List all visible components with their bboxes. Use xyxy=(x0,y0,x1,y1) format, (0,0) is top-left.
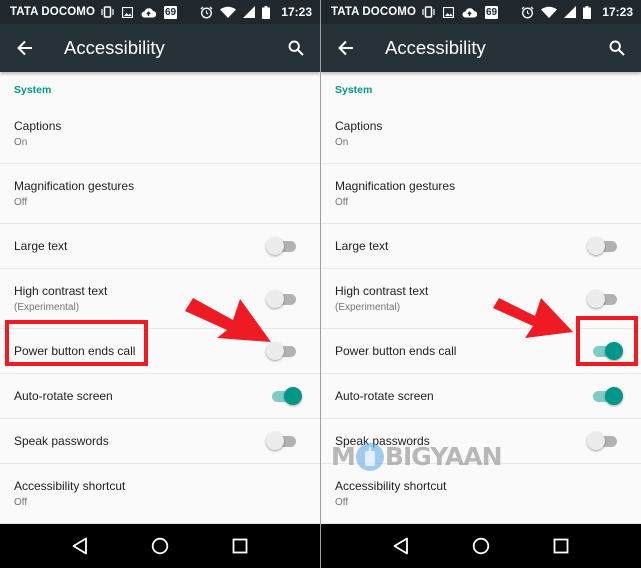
page-title: Accessibility xyxy=(385,37,486,58)
phone-screen-after: TATA DOCOMO 69 17:23 Accessibility Syste… xyxy=(321,0,641,568)
nav-home-button[interactable] xyxy=(140,526,180,566)
clock: 17:23 xyxy=(602,5,633,19)
setting-label: Captions xyxy=(14,119,62,133)
setting-label: Accessibility shortcut xyxy=(335,479,447,493)
navigation-bar xyxy=(321,524,641,568)
alarm-icon xyxy=(521,6,534,19)
large-text-toggle[interactable] xyxy=(587,237,619,255)
arrow-back-icon xyxy=(17,40,32,56)
status-bar: TATA DOCOMO 69 17:23 xyxy=(0,0,320,24)
back-nav-icon xyxy=(393,537,408,555)
battery-icon xyxy=(583,5,592,19)
home-nav-icon xyxy=(151,537,169,555)
setting-large-text[interactable]: Large text xyxy=(321,224,641,269)
image-icon xyxy=(443,6,454,18)
setting-auto-rotate-screen[interactable]: Auto-rotate screen xyxy=(0,374,320,419)
alarm-icon xyxy=(200,6,213,19)
back-button[interactable] xyxy=(0,24,50,72)
app-bar: Accessibility xyxy=(0,24,320,72)
watermark-text-right: BIGYAAN xyxy=(384,442,503,471)
high-contrast-text-toggle[interactable] xyxy=(587,289,619,308)
setting-label: Accessibility shortcut xyxy=(14,479,126,493)
watermark-text-left: M xyxy=(331,442,356,471)
setting-summary: Off xyxy=(335,497,349,508)
setting-summary: On xyxy=(14,137,28,148)
arrow-back-icon xyxy=(338,40,353,56)
phone-screen-before: TATA DOCOMO 69 17:23 Accessibility Syste… xyxy=(0,0,320,568)
red-arrow-icon xyxy=(185,298,271,342)
speak-passwords-toggle[interactable] xyxy=(587,432,619,450)
nav-back-button[interactable] xyxy=(381,526,421,566)
section-header-system: System xyxy=(14,84,52,96)
nav-recents-button[interactable] xyxy=(541,526,581,566)
app-bar: Accessibility xyxy=(321,24,641,72)
nav-recents-button[interactable] xyxy=(220,526,260,566)
setting-speak-passwords[interactable]: Speak passwords xyxy=(0,419,320,464)
recents-nav-icon xyxy=(232,538,248,554)
setting-captions[interactable]: Captions On xyxy=(321,104,641,164)
setting-summary: Off xyxy=(335,197,349,208)
page-title: Accessibility xyxy=(64,37,165,58)
signal-icon xyxy=(243,6,256,18)
clock: 17:23 xyxy=(281,5,312,19)
navigation-bar xyxy=(0,524,320,568)
wifi-icon xyxy=(220,6,237,18)
nav-back-button[interactable] xyxy=(60,526,100,566)
nav-home-button[interactable] xyxy=(461,526,501,566)
vibrate-icon xyxy=(422,6,435,18)
setting-summary: Off xyxy=(14,197,28,208)
status-bar: TATA DOCOMO 69 17:23 xyxy=(321,0,641,24)
cloud-upload-icon xyxy=(462,7,477,18)
carrier-name: TATA DOCOMO xyxy=(331,6,416,18)
speak-passwords-toggle[interactable] xyxy=(266,432,298,450)
auto-rotate-screen-toggle[interactable] xyxy=(270,387,302,405)
notification-69-badge: 69 xyxy=(164,5,178,19)
section-header-system: System xyxy=(335,84,373,96)
carrier-name: TATA DOCOMO xyxy=(10,6,95,18)
setting-label: Captions xyxy=(335,119,383,133)
search-button[interactable] xyxy=(593,24,641,72)
home-nav-icon xyxy=(472,537,490,555)
setting-label: Magnification gestures xyxy=(14,179,135,193)
back-nav-icon xyxy=(72,537,87,555)
signal-icon xyxy=(564,6,577,18)
setting-label: Magnification gestures xyxy=(335,179,456,193)
recents-nav-icon xyxy=(553,538,569,554)
wifi-icon xyxy=(541,6,558,18)
setting-magnification-gestures[interactable]: Magnification gestures Off xyxy=(0,164,320,224)
vibrate-icon xyxy=(101,6,114,18)
back-button[interactable] xyxy=(321,24,371,72)
watermark: M BIGYAAN xyxy=(331,442,503,471)
red-arrow-icon xyxy=(493,298,573,338)
setting-accessibility-shortcut[interactable]: Accessibility shortcut Off xyxy=(0,464,320,524)
large-text-toggle[interactable] xyxy=(266,237,298,255)
setting-accessibility-shortcut[interactable]: Accessibility shortcut Off xyxy=(321,464,641,524)
highlight-box-label xyxy=(5,320,148,366)
setting-large-text[interactable]: Large text xyxy=(0,224,320,269)
search-icon xyxy=(609,40,625,56)
cloud-upload-icon xyxy=(141,7,156,18)
highlight-box-toggle xyxy=(576,316,638,366)
setting-magnification-gestures[interactable]: Magnification gestures Off xyxy=(321,164,641,224)
battery-icon xyxy=(262,5,271,19)
setting-summary: Off xyxy=(14,497,28,508)
search-icon xyxy=(288,40,304,56)
notification-69-badge: 69 xyxy=(485,5,499,19)
image-icon xyxy=(122,6,133,18)
search-button[interactable] xyxy=(272,24,320,72)
setting-captions[interactable]: Captions On xyxy=(0,104,320,164)
watermark-logo-icon xyxy=(355,442,384,471)
auto-rotate-screen-toggle[interactable] xyxy=(591,387,623,405)
setting-summary: On xyxy=(335,137,349,148)
setting-auto-rotate-screen[interactable]: Auto-rotate screen xyxy=(321,374,641,419)
